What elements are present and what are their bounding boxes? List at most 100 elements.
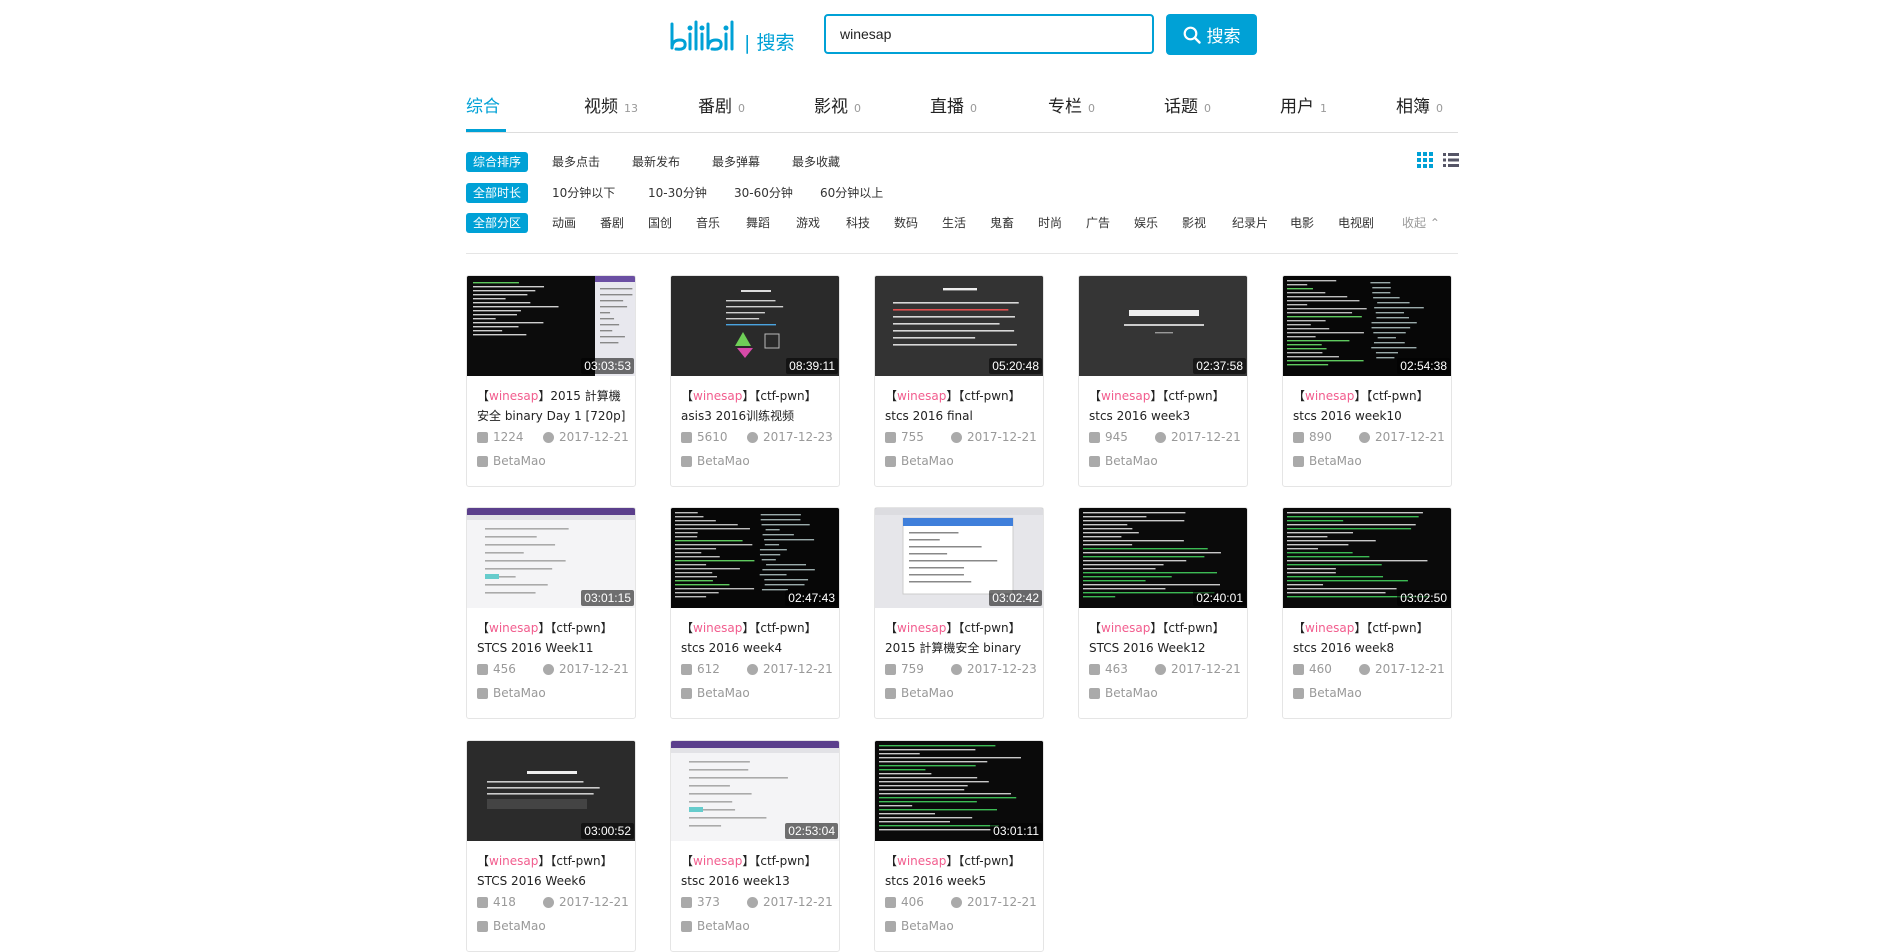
grid-view-icon[interactable] [1417,152,1433,168]
zone-filter-16[interactable]: 电影 [1290,213,1314,233]
video-thumbnail[interactable]: 03:03:53 [467,276,635,376]
video-thumbnail[interactable]: 03:01:15 [467,508,635,608]
video-card[interactable]: 03:01:15 【winesap】【ctf-pwn】 STCS 2016 Week… [466,507,636,719]
video-thumbnail[interactable]: 02:47:43 [671,508,839,608]
search-button[interactable]: 搜索 [1166,14,1257,55]
tab-5[interactable]: 专栏 0 [1048,92,1095,117]
video-card[interactable]: 02:53:04 【winesap】【ctf-pwn】 stsc 2016 week… [670,740,840,952]
video-title[interactable]: 【winesap】【ctf-pwn】 stcs 2016 week8 [1293,618,1445,658]
search-input[interactable] [824,14,1154,54]
zone-filter-17[interactable]: 电视剧 [1338,213,1374,233]
tab-8[interactable]: 相簿 0 [1396,92,1443,117]
zone-filter-5[interactable]: 舞蹈 [746,213,770,233]
video-title[interactable]: 【winesap】【ctf-pwn】 stsc 2016 week13 [681,851,833,891]
video-title[interactable]: 【winesap】【ctf-pwn】 stcs 2016 week3 [1089,386,1241,426]
uploader[interactable]: BetaMao [477,686,546,700]
video-title[interactable]: 【winesap】【ctf-pwn】 2015 計算機安全 binary [885,618,1037,658]
zone-filter-10[interactable]: 鬼畜 [990,213,1014,233]
zone-filter-15[interactable]: 纪录片 [1232,213,1268,233]
tab-2[interactable]: 番剧 0 [698,92,745,117]
video-title[interactable]: 【winesap】2015 計算機 安全 binary Day 1 [720p] [477,386,629,426]
video-title[interactable]: 【winesap】【ctf-pwn】 asis3 2016训练视频 [681,386,833,426]
zone-filter-3[interactable]: 国创 [648,213,672,233]
video-title[interactable]: 【winesap】【ctf-pwn】 stcs 2016 week5 [885,851,1037,891]
video-card[interactable]: 03:01:11 【winesap】【ctf-pwn】 stcs 2016 week… [874,740,1044,952]
zone-filter-2[interactable]: 番剧 [600,213,624,233]
zone-filter-13[interactable]: 娱乐 [1134,213,1158,233]
sort-filter-1[interactable]: 最多点击 [552,152,600,172]
video-thumbnail[interactable]: 02:40:01 [1079,508,1247,608]
video-card[interactable]: 02:40:01 【winesap】【ctf-pwn】 STCS 2016 Week… [1078,507,1248,719]
duration-filter-0[interactable]: 全部时长 [466,183,529,203]
uploader[interactable]: BetaMao [885,454,954,468]
uploader[interactable]: BetaMao [1293,454,1362,468]
video-title[interactable]: 【winesap】【ctf-pwn】 STCS 2016 Week11 [477,618,629,658]
video-card[interactable]: 03:02:50 【winesap】【ctf-pwn】 stcs 2016 week… [1282,507,1452,719]
uploader[interactable]: BetaMao [1293,686,1362,700]
video-thumbnail[interactable]: 08:39:11 [671,276,839,376]
video-title[interactable]: 【winesap】【ctf-pwn】 STCS 2016 Week12 [1089,618,1241,658]
video-thumbnail[interactable]: 02:54:38 [1283,276,1451,376]
uploader-name[interactable]: BetaMao [1309,686,1362,700]
uploader[interactable]: BetaMao [1089,454,1158,468]
uploader-name[interactable]: BetaMao [1105,686,1158,700]
video-thumbnail[interactable]: 02:37:58 [1079,276,1247,376]
tab-6[interactable]: 话题 0 [1164,92,1211,117]
zone-filter-14[interactable]: 影视 [1182,213,1206,233]
uploader[interactable]: BetaMao [885,686,954,700]
video-title[interactable]: 【winesap】【ctf-pwn】 stcs 2016 final [885,386,1037,426]
uploader-name[interactable]: BetaMao [1105,454,1158,468]
tab-4[interactable]: 直播 0 [930,92,977,117]
duration-filter-2[interactable]: 10-30分钟 [648,183,707,203]
video-card[interactable]: 03:02:42 【winesap】【ctf-pwn】 2015 計算機安全 bin… [874,507,1044,719]
uploader[interactable]: BetaMao [477,454,546,468]
tab-1[interactable]: 视频 13 [584,92,638,117]
uploader[interactable]: BetaMao [681,454,750,468]
uploader-name[interactable]: BetaMao [697,454,750,468]
list-view-icon[interactable] [1443,152,1459,168]
zone-filter-12[interactable]: 广告 [1086,213,1110,233]
video-card[interactable]: 02:37:58 【winesap】【ctf-pwn】 stcs 2016 week… [1078,275,1248,487]
zone-filter-9[interactable]: 生活 [942,213,966,233]
video-title[interactable]: 【winesap】【ctf-pwn】 STCS 2016 Week6 [477,851,629,891]
uploader-name[interactable]: BetaMao [697,686,750,700]
video-title[interactable]: 【winesap】【ctf-pwn】 stcs 2016 week4 [681,618,833,658]
duration-filter-4[interactable]: 60分钟以上 [820,183,883,203]
tab-0[interactable]: 综合 [466,92,500,117]
video-card[interactable]: 02:47:43 【winesap】【ctf-pwn】 stcs 2016 week… [670,507,840,719]
sort-filter-3[interactable]: 最多弹幕 [712,152,760,172]
video-card[interactable]: 03:00:52 【winesap】【ctf-pwn】 STCS 2016 Week… [466,740,636,952]
duration-filter-3[interactable]: 30-60分钟 [734,183,793,203]
tab-7[interactable]: 用户 1 [1280,92,1327,117]
uploader[interactable]: BetaMao [681,686,750,700]
duration-filter-1[interactable]: 10分钟以下 [552,183,615,203]
zone-filter-11[interactable]: 时尚 [1038,213,1062,233]
uploader[interactable]: BetaMao [885,919,954,933]
sort-filter-4[interactable]: 最多收藏 [792,152,840,172]
video-card[interactable]: 03:03:53 【winesap】2015 計算機 安全 binary Day 1… [466,275,636,487]
sort-filter-0[interactable]: 综合排序 [466,152,529,172]
tab-3[interactable]: 影视 0 [814,92,861,117]
video-thumbnail[interactable]: 03:00:52 [467,741,635,841]
video-thumbnail[interactable]: 05:20:48 [875,276,1043,376]
zone-filter-7[interactable]: 科技 [846,213,870,233]
zone-filter-4[interactable]: 音乐 [696,213,720,233]
video-thumbnail[interactable]: 02:53:04 [671,741,839,841]
video-thumbnail[interactable]: 03:02:42 [875,508,1043,608]
sort-filter-2[interactable]: 最新发布 [632,152,680,172]
zone-filter-1[interactable]: 动画 [552,213,576,233]
video-card[interactable]: 05:20:48 【winesap】【ctf-pwn】 stcs 2016 fina… [874,275,1044,487]
uploader-name[interactable]: BetaMao [493,454,546,468]
video-thumbnail[interactable]: 03:01:11 [875,741,1043,841]
video-card[interactable]: 02:54:38 【winesap】【ctf-pwn】 stcs 2016 week… [1282,275,1452,487]
uploader[interactable]: BetaMao [477,919,546,933]
uploader-name[interactable]: BetaMao [901,919,954,933]
uploader[interactable]: BetaMao [681,919,750,933]
uploader-name[interactable]: BetaMao [901,454,954,468]
zone-filter-6[interactable]: 游戏 [796,213,820,233]
video-card[interactable]: 08:39:11 【winesap】【ctf-pwn】 asis3 2016训练视频… [670,275,840,487]
video-title[interactable]: 【winesap】【ctf-pwn】 stcs 2016 week10 [1293,386,1445,426]
uploader-name[interactable]: BetaMao [1309,454,1362,468]
uploader-name[interactable]: BetaMao [493,919,546,933]
uploader[interactable]: BetaMao [1089,686,1158,700]
